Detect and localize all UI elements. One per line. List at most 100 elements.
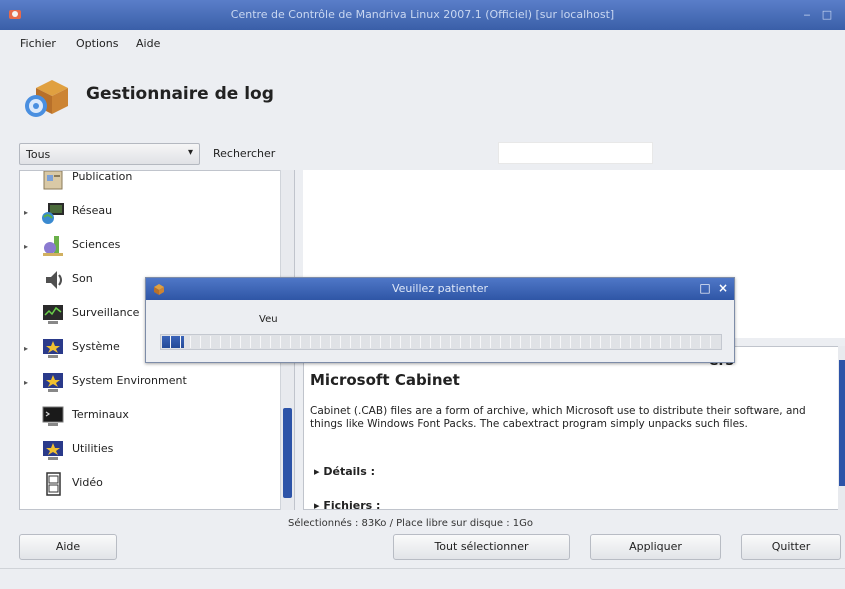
tree-item-terminaux[interactable]: Terminaux <box>20 399 294 433</box>
progress-segment <box>401 336 411 348</box>
details-label: Détails : <box>323 465 375 478</box>
tree-item-video[interactable]: Vidéo <box>20 467 294 501</box>
dropdown-arrow-icon: ▾ <box>187 147 193 158</box>
tree-item-reseau[interactable]: ▸ Réseau <box>20 195 294 229</box>
maximize-button[interactable]: □ <box>820 8 834 22</box>
publishing-icon <box>43 171 63 190</box>
tree-item-label: Terminaux <box>72 408 129 421</box>
files-section[interactable]: ▸ Fichiers : <box>314 499 381 510</box>
package-title: Microsoft Cabinet <box>310 371 460 389</box>
progress-segment <box>631 336 641 348</box>
tree-item-label: Son <box>72 272 93 285</box>
progress-segment <box>531 336 541 348</box>
progress-segment <box>571 336 581 348</box>
progress-segment <box>291 336 301 348</box>
progress-segment <box>251 336 261 348</box>
tree-item-label: System Environment <box>72 374 187 387</box>
bottom-bar <box>0 568 845 589</box>
progress-segment <box>371 336 381 348</box>
progress-segment <box>641 336 651 348</box>
menubar: Fichier Options Aide <box>0 30 845 56</box>
menu-fichier[interactable]: Fichier <box>20 37 56 50</box>
progress-segment <box>441 336 451 348</box>
progress-segment <box>281 336 291 348</box>
expander-icon[interactable]: ▸ <box>24 208 28 217</box>
progress-segment <box>671 336 681 348</box>
minimize-button[interactable]: ‒ <box>800 8 814 22</box>
progress-segment <box>581 336 591 348</box>
progress-segment <box>561 336 571 348</box>
progress-segment <box>391 336 401 348</box>
dialog-titlebar[interactable]: Veuillez patienter □ × <box>146 278 734 300</box>
files-label: Fichiers : <box>323 499 381 510</box>
system-icon <box>43 339 63 358</box>
category-filter-select[interactable]: Tous ▾ <box>19 143 200 165</box>
progress-segment <box>201 336 211 348</box>
menu-options[interactable]: Options <box>76 37 118 50</box>
progress-segment <box>601 336 611 348</box>
utilities-icon <box>43 441 63 460</box>
expander-icon[interactable]: ▸ <box>24 242 28 251</box>
tree-item-sciences[interactable]: ▸ Sciences <box>20 229 294 263</box>
tree-item-label: Utilities <box>72 442 114 455</box>
expander-icon[interactable]: ▸ <box>24 344 28 353</box>
progress-segment <box>431 336 441 348</box>
progress-segment <box>181 336 191 348</box>
progress-segment <box>361 336 371 348</box>
progress-segment <box>411 336 421 348</box>
progress-segment <box>451 336 461 348</box>
tree-item-label: Système <box>72 340 120 353</box>
dialog-title: Veuillez patienter <box>391 282 489 295</box>
dialog-maximize-button[interactable]: □ <box>698 281 712 295</box>
status-text: Sélectionnés : 83Ko / Place libre sur di… <box>288 518 533 529</box>
progress-segment <box>701 336 711 348</box>
progress-segment <box>591 336 601 348</box>
progress-bar <box>160 334 722 350</box>
progress-segment <box>691 336 701 348</box>
page-header: Gestionnaire de log <box>0 56 845 136</box>
tree-item-system-environment[interactable]: ▸ System Environment <box>20 365 294 399</box>
tree-item-utilities[interactable]: Utilities <box>20 433 294 467</box>
progress-segment <box>481 336 491 348</box>
progress-segment <box>471 336 481 348</box>
scrollbar-thumb[interactable] <box>283 408 292 498</box>
video-icon <box>46 472 61 496</box>
progress-segment <box>681 336 691 348</box>
progress-segment <box>261 336 271 348</box>
progress-segment <box>171 336 181 348</box>
progress-segment <box>661 336 671 348</box>
quit-button[interactable]: Quitter <box>741 534 841 560</box>
search-input[interactable] <box>498 142 653 164</box>
menu-aide[interactable]: Aide <box>136 37 160 50</box>
details-section[interactable]: ▸ Détails : <box>314 465 375 478</box>
network-icon <box>42 203 64 224</box>
sciences-icon <box>43 236 63 256</box>
progress-segment <box>501 336 511 348</box>
tree-item-label: Sciences <box>72 238 121 251</box>
progress-segment <box>611 336 621 348</box>
apply-button[interactable]: Appliquer <box>590 534 721 560</box>
description-scrollbar[interactable] <box>838 346 845 510</box>
progress-segment <box>161 336 171 348</box>
terminal-icon <box>42 406 64 426</box>
progress-segment <box>521 336 531 348</box>
window-title: Centre de Contrôle de Mandriva Linux 200… <box>230 8 615 21</box>
progress-segment <box>421 336 431 348</box>
monitoring-icon <box>43 305 63 324</box>
tree-item-label: Vidéo <box>72 476 103 489</box>
expander-icon: ▸ <box>314 499 320 510</box>
help-button[interactable]: Aide <box>19 534 117 560</box>
tree-item-publication[interactable]: Publication <box>20 171 294 195</box>
progress-segment <box>331 336 341 348</box>
sound-icon <box>46 271 62 289</box>
progress-segment <box>311 336 321 348</box>
select-all-button[interactable]: Tout sélectionner <box>393 534 570 560</box>
scrollbar-thumb[interactable] <box>839 360 845 486</box>
package-manager-icon <box>25 80 68 117</box>
system-environment-icon <box>43 373 63 392</box>
progress-segment <box>231 336 241 348</box>
progress-segment <box>191 336 201 348</box>
expander-icon[interactable]: ▸ <box>24 378 28 387</box>
dialog-close-button[interactable]: × <box>716 281 730 295</box>
progress-segment <box>221 336 231 348</box>
